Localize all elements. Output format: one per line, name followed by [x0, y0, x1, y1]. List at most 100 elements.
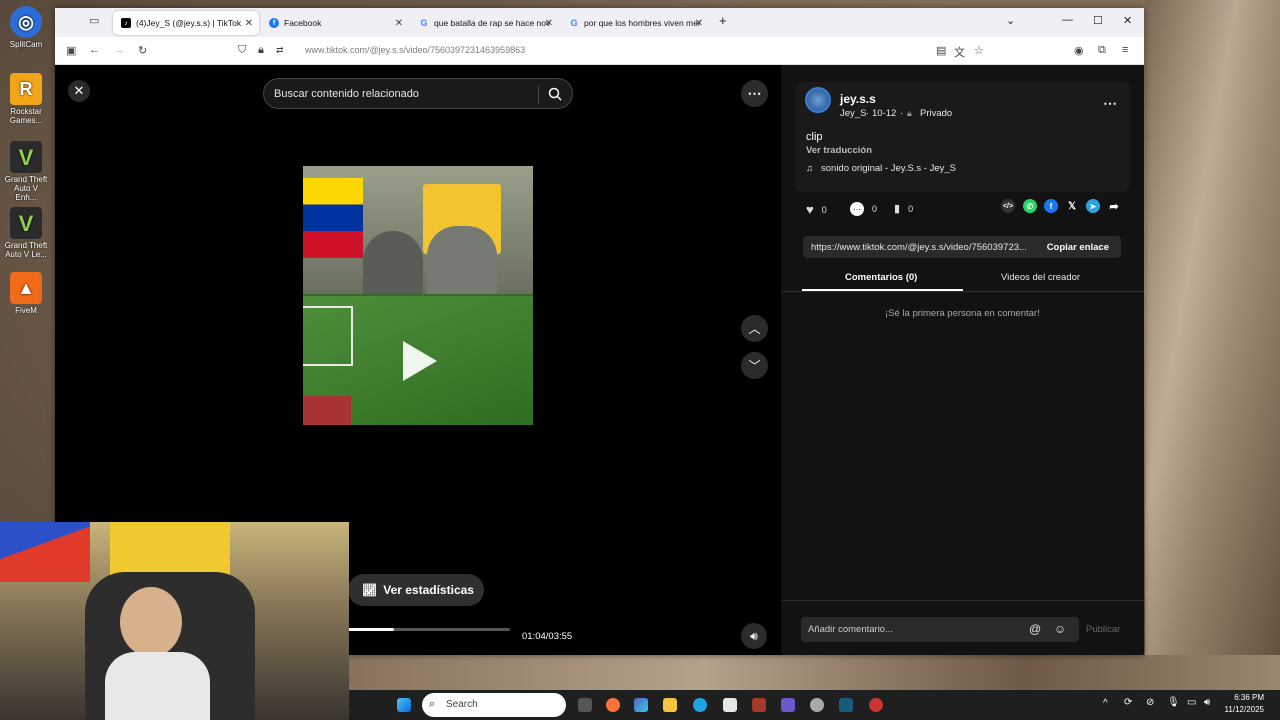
- post-date: 10-12: [872, 108, 897, 119]
- search-placeholder: Buscar contenido relacionado: [274, 88, 419, 100]
- bookmark-star-icon[interactable]: ☆: [974, 44, 984, 57]
- copilot-icon[interactable]: [634, 698, 648, 712]
- app-icon[interactable]: [869, 698, 883, 712]
- view-stats-label: Ver estadísticas: [383, 583, 474, 597]
- comment-placeholder: Añadir comentario...: [808, 624, 894, 635]
- tab-comments[interactable]: Comentarios (0): [845, 272, 917, 283]
- copy-link-button[interactable]: Copiar enlace: [1047, 242, 1109, 253]
- extensions-icon[interactable]: ⧉: [1098, 44, 1106, 57]
- author-username[interactable]: jey.s.s: [840, 92, 876, 106]
- search-input[interactable]: Buscar contenido relacionado: [263, 78, 573, 109]
- menu-icon[interactable]: ≡: [1122, 44, 1128, 56]
- store-icon[interactable]: [723, 698, 737, 712]
- close-tab-icon[interactable]: ✕: [245, 18, 253, 29]
- discord-icon[interactable]: [781, 698, 795, 712]
- settings-gear-icon[interactable]: [810, 698, 824, 712]
- file-explorer-icon[interactable]: [663, 698, 677, 712]
- comment-count: 0: [872, 204, 878, 214]
- comment-input[interactable]: Añadir comentario... @ ☺: [801, 617, 1079, 642]
- forward-icon[interactable]: →: [114, 44, 125, 56]
- sound-link[interactable]: sonido original - Jey.S.s - Jey_S: [821, 163, 956, 174]
- tab-tiktok[interactable]: ♪ (4)Jey_S (@jey.s.s) | TikTok ✕: [113, 11, 259, 35]
- comment-button[interactable]: ⋯ 0: [850, 202, 877, 216]
- app-icon[interactable]: [839, 698, 853, 712]
- tab-google-hombres[interactable]: G por que los hombres viven mer ✕: [561, 11, 709, 35]
- clock-time[interactable]: 6:36 PM: [1222, 693, 1264, 702]
- close-tab-icon[interactable]: ✕: [545, 18, 553, 29]
- close-tab-icon[interactable]: ✕: [395, 18, 403, 29]
- desktop-icon-gta-enhanced[interactable]: V Grand Theft Auto V Enh...: [4, 141, 48, 202]
- comment-icon: ⋯: [850, 202, 864, 216]
- close-tab-icon[interactable]: ✕: [695, 18, 703, 29]
- tab-google-rap[interactable]: G que batalla de rap se hace nov ✕: [411, 11, 559, 35]
- desktop-icon-rockstar[interactable]: R Rockstar Games...: [4, 73, 48, 125]
- x-icon[interactable]: 𝕏: [1065, 199, 1079, 213]
- save-button[interactable]: ▮ 0: [894, 202, 913, 215]
- desktop-icon-splitcam[interactable]: ◎ SplitCam: [4, 6, 48, 49]
- progress-bar[interactable]: [348, 628, 510, 631]
- facebook-icon[interactable]: f: [1044, 199, 1058, 213]
- task-view-icon[interactable]: [578, 698, 592, 712]
- sidebar-icon[interactable]: ▣: [66, 44, 76, 57]
- details-pane: jey.s.s Jey_S · 10-12 · 🔒︎ Privado ⋯ cli…: [781, 65, 1144, 655]
- whatsapp-icon[interactable]: ✆: [1023, 199, 1037, 213]
- tray-sync-icon[interactable]: ⟳: [1124, 697, 1132, 708]
- share-icon[interactable]: ➦: [1107, 199, 1121, 213]
- embed-icon[interactable]: </>: [1001, 199, 1015, 213]
- tab-overview-icon[interactable]: ▭: [89, 14, 99, 27]
- author-nickname[interactable]: Jey_S: [840, 108, 866, 119]
- permissions-icon[interactable]: ⇄: [276, 45, 284, 56]
- desktop-icon-label: Grand Theft Auto V Enh...: [4, 175, 48, 202]
- reader-view-icon[interactable]: ▤: [936, 44, 946, 57]
- translate-icon[interactable]: 文: [954, 44, 965, 60]
- play-icon[interactable]: [403, 341, 437, 381]
- reload-icon[interactable]: ↻: [138, 44, 147, 57]
- see-translation-link[interactable]: Ver traducción: [806, 145, 872, 156]
- tab-facebook[interactable]: f Facebook ✕: [261, 11, 409, 35]
- view-stats-button[interactable]: 📈︎ Ver estadísticas: [348, 574, 484, 606]
- search-icon[interactable]: [548, 87, 562, 101]
- back-icon[interactable]: ←: [89, 44, 100, 56]
- shield-icon[interactable]: ⛉: [238, 44, 246, 57]
- edge-icon[interactable]: [693, 698, 707, 712]
- account-icon[interactable]: ◉: [1074, 44, 1084, 57]
- mention-icon[interactable]: @: [1029, 622, 1041, 636]
- previous-video-icon[interactable]: ︿: [741, 315, 768, 342]
- share-link-field[interactable]: https://www.tiktok.com/@jey.s.s/video/75…: [803, 236, 1121, 258]
- facebook-icon: f: [269, 18, 279, 28]
- next-video-icon[interactable]: ﹀: [741, 352, 768, 379]
- tray-display-icon[interactable]: ▭: [1187, 697, 1196, 708]
- like-button[interactable]: ♥ 0: [806, 202, 827, 217]
- close-icon[interactable]: ✕: [68, 80, 90, 102]
- tab-list-icon[interactable]: ⌄: [1006, 14, 1015, 27]
- volume-icon[interactable]: 🔊︎: [741, 623, 767, 649]
- tray-network-icon[interactable]: ⊘: [1146, 697, 1154, 708]
- tab-creator-videos[interactable]: Videos del creador: [1001, 272, 1080, 283]
- tray-mic-icon[interactable]: 🎙︎: [1167, 697, 1180, 708]
- tray-chevron-icon[interactable]: ^: [1103, 698, 1108, 709]
- like-count: 0: [821, 204, 827, 215]
- lock-icon[interactable]: 🔒︎: [258, 44, 264, 57]
- avatar[interactable]: [805, 87, 831, 113]
- video-player[interactable]: [303, 166, 533, 425]
- more-options-icon[interactable]: ⋯: [741, 80, 768, 107]
- maximize-button[interactable]: ☐: [1093, 14, 1103, 27]
- tab-label: Facebook: [284, 18, 322, 28]
- new-tab-button[interactable]: +: [719, 13, 727, 28]
- windows-start-icon[interactable]: [397, 698, 411, 712]
- app-icon[interactable]: [752, 698, 766, 712]
- url-field[interactable]: www.tiktok.com/@jey.s.s/video/7560397231…: [305, 45, 525, 55]
- clock-date[interactable]: 11/12/2025: [1217, 705, 1264, 714]
- telegram-icon[interactable]: ➤: [1086, 199, 1100, 213]
- publish-button[interactable]: Publicar: [1086, 624, 1120, 635]
- close-window-button[interactable]: ✕: [1123, 14, 1132, 27]
- more-options-icon[interactable]: ⋯: [1103, 95, 1117, 112]
- taskbar-search[interactable]: ⌕ Search: [422, 693, 566, 717]
- time-display: 01:04/03:55: [522, 631, 573, 642]
- tray-volume-icon[interactable]: 🔊︎: [1204, 697, 1210, 708]
- emoji-icon[interactable]: ☺: [1054, 622, 1066, 636]
- desktop-icon-gta-legacy[interactable]: V Grand Theft Auto V Le...: [4, 207, 48, 259]
- firefox-icon[interactable]: [606, 698, 620, 712]
- desktop-icon-fivem[interactable]: ▲ FiveM: [4, 272, 48, 315]
- minimize-button[interactable]: —: [1062, 14, 1073, 26]
